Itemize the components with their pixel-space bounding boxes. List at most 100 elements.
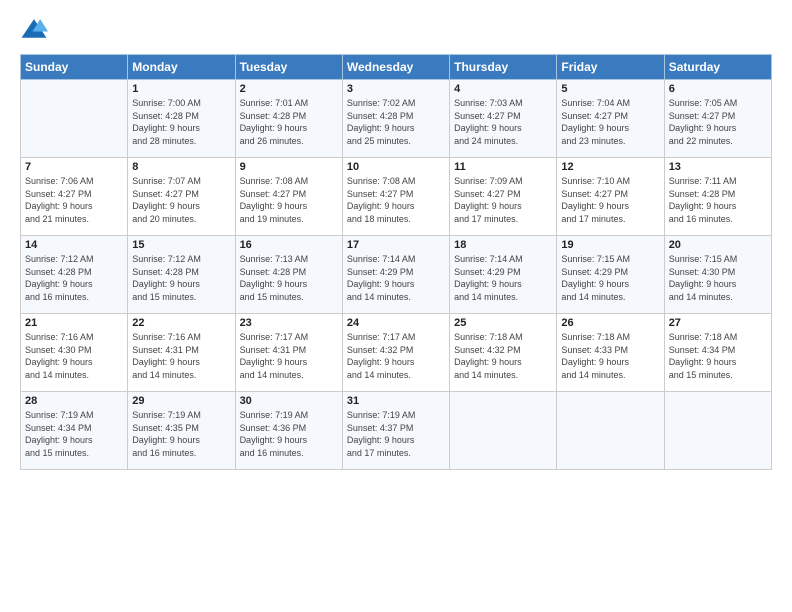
day-info: Sunrise: 7:12 AMSunset: 4:28 PMDaylight:… [25,253,123,303]
calendar-cell: 15Sunrise: 7:12 AMSunset: 4:28 PMDayligh… [128,236,235,314]
day-info: Sunrise: 7:18 AMSunset: 4:34 PMDaylight:… [669,331,767,381]
day-number: 21 [25,317,123,329]
calendar-cell: 2Sunrise: 7:01 AMSunset: 4:28 PMDaylight… [235,80,342,158]
day-info: Sunrise: 7:10 AMSunset: 4:27 PMDaylight:… [561,175,659,225]
day-number: 17 [347,239,445,251]
calendar-cell: 19 Sunrise: 7:15 AMSunset: 4:29 PMDayligh… [557,236,664,314]
week-row-1: 1 Sunrise: 7:00 AMSunset: 4:28 PMDaylight… [21,80,772,158]
calendar-cell: 6 Sunrise: 7:05 AMSunset: 4:27 PMDaylight… [664,80,771,158]
day-number: 14 [25,239,123,251]
calendar-cell: 4 Sunrise: 7:03 AMSunset: 4:27 PMDaylight… [450,80,557,158]
calendar-cell [664,392,771,470]
week-row-5: 28Sunrise: 7:19 AMSunset: 4:34 PMDayligh… [21,392,772,470]
calendar-cell: 9 Sunrise: 7:08 AMSunset: 4:27 PMDaylight… [235,158,342,236]
day-number: 9 [240,161,338,173]
day-number: 1 [132,83,230,95]
day-number: 6 [669,83,767,95]
calendar-cell: 3Sunrise: 7:02 AMSunset: 4:28 PMDaylight… [342,80,449,158]
header-friday: Friday [557,55,664,80]
calendar-cell: 21 Sunrise: 7:16 AMSunset: 4:30 PMDayligh… [21,314,128,392]
day-number: 26 [561,317,659,329]
day-info: Sunrise: 7:17 AMSunset: 4:31 PMDaylight:… [240,331,338,381]
day-number: 16 [240,239,338,251]
calendar-cell: 16 Sunrise: 7:13 AMSunset: 4:28 PMDayligh… [235,236,342,314]
day-info: Sunrise: 7:13 AMSunset: 4:28 PMDaylight:… [240,253,338,303]
day-info: Sunrise: 7:18 AMSunset: 4:32 PMDaylight:… [454,331,552,381]
header-sunday: Sunday [21,55,128,80]
calendar-cell: 14 Sunrise: 7:12 AMSunset: 4:28 PMDayligh… [21,236,128,314]
logo [20,16,52,44]
logo-icon [20,16,48,44]
day-number: 25 [454,317,552,329]
calendar-cell: 11Sunrise: 7:09 AMSunset: 4:27 PMDayligh… [450,158,557,236]
day-number: 13 [669,161,767,173]
day-info: Sunrise: 7:00 AMSunset: 4:28 PMDaylight:… [132,97,230,147]
calendar-cell [557,392,664,470]
calendar-cell: 23 Sunrise: 7:17 AMSunset: 4:31 PMDayligh… [235,314,342,392]
calendar-cell: 17Sunrise: 7:14 AMSunset: 4:29 PMDayligh… [342,236,449,314]
day-number: 8 [132,161,230,173]
header-thursday: Thursday [450,55,557,80]
week-row-3: 14 Sunrise: 7:12 AMSunset: 4:28 PMDayligh… [21,236,772,314]
calendar-cell: 1 Sunrise: 7:00 AMSunset: 4:28 PMDaylight… [128,80,235,158]
day-info: Sunrise: 7:14 AMSunset: 4:29 PMDaylight:… [454,253,552,303]
day-number: 18 [454,239,552,251]
calendar-cell: 28Sunrise: 7:19 AMSunset: 4:34 PMDayligh… [21,392,128,470]
calendar-cell: 30Sunrise: 7:19 AMSunset: 4:36 PMDayligh… [235,392,342,470]
header-saturday: Saturday [664,55,771,80]
day-number: 19 [561,239,659,251]
calendar-cell: 7 Sunrise: 7:06 AMSunset: 4:27 PMDaylight… [21,158,128,236]
calendar-cell [21,80,128,158]
calendar-cell [450,392,557,470]
day-info: Sunrise: 7:05 AMSunset: 4:27 PMDaylight:… [669,97,767,147]
day-number: 4 [454,83,552,95]
day-info: Sunrise: 7:19 AMSunset: 4:34 PMDaylight:… [25,409,123,459]
day-info: Sunrise: 7:08 AMSunset: 4:27 PMDaylight:… [347,175,445,225]
day-info: Sunrise: 7:06 AMSunset: 4:27 PMDaylight:… [25,175,123,225]
day-info: Sunrise: 7:15 AMSunset: 4:29 PMDaylight:… [561,253,659,303]
calendar-cell: 29Sunrise: 7:19 AMSunset: 4:35 PMDayligh… [128,392,235,470]
calendar-cell: 25 Sunrise: 7:18 AMSunset: 4:32 PMDayligh… [450,314,557,392]
day-info: Sunrise: 7:16 AMSunset: 4:30 PMDaylight:… [25,331,123,381]
day-info: Sunrise: 7:03 AMSunset: 4:27 PMDaylight:… [454,97,552,147]
day-number: 31 [347,395,445,407]
day-info: Sunrise: 7:16 AMSunset: 4:31 PMDaylight:… [132,331,230,381]
calendar-cell: 18 Sunrise: 7:14 AMSunset: 4:29 PMDayligh… [450,236,557,314]
header [20,16,772,44]
calendar-cell: 26Sunrise: 7:18 AMSunset: 4:33 PMDayligh… [557,314,664,392]
day-info: Sunrise: 7:08 AMSunset: 4:27 PMDaylight:… [240,175,338,225]
day-number: 20 [669,239,767,251]
day-info: Sunrise: 7:19 AMSunset: 4:35 PMDaylight:… [132,409,230,459]
calendar-cell: 8 Sunrise: 7:07 AMSunset: 4:27 PMDaylight… [128,158,235,236]
day-number: 10 [347,161,445,173]
day-number: 24 [347,317,445,329]
day-info: Sunrise: 7:19 AMSunset: 4:37 PMDaylight:… [347,409,445,459]
header-wednesday: Wednesday [342,55,449,80]
week-row-2: 7 Sunrise: 7:06 AMSunset: 4:27 PMDaylight… [21,158,772,236]
calendar-cell: 10 Sunrise: 7:08 AMSunset: 4:27 PMDayligh… [342,158,449,236]
day-info: Sunrise: 7:17 AMSunset: 4:32 PMDaylight:… [347,331,445,381]
day-number: 3 [347,83,445,95]
day-number: 23 [240,317,338,329]
header-monday: Monday [128,55,235,80]
day-info: Sunrise: 7:01 AMSunset: 4:28 PMDaylight:… [240,97,338,147]
calendar-cell: 20 Sunrise: 7:15 AMSunset: 4:30 PMDayligh… [664,236,771,314]
page: SundayMondayTuesdayWednesdayThursdayFrid… [0,0,792,612]
calendar-cell: 12Sunrise: 7:10 AMSunset: 4:27 PMDayligh… [557,158,664,236]
day-info: Sunrise: 7:09 AMSunset: 4:27 PMDaylight:… [454,175,552,225]
calendar-cell: 24 Sunrise: 7:17 AMSunset: 4:32 PMDayligh… [342,314,449,392]
header-row: SundayMondayTuesdayWednesdayThursdayFrid… [21,55,772,80]
calendar-table: SundayMondayTuesdayWednesdayThursdayFrid… [20,54,772,470]
day-info: Sunrise: 7:07 AMSunset: 4:27 PMDaylight:… [132,175,230,225]
header-tuesday: Tuesday [235,55,342,80]
day-number: 7 [25,161,123,173]
calendar-cell: 13Sunrise: 7:11 AMSunset: 4:28 PMDayligh… [664,158,771,236]
day-info: Sunrise: 7:12 AMSunset: 4:28 PMDaylight:… [132,253,230,303]
day-number: 27 [669,317,767,329]
calendar-cell: 22Sunrise: 7:16 AMSunset: 4:31 PMDayligh… [128,314,235,392]
week-row-4: 21 Sunrise: 7:16 AMSunset: 4:30 PMDayligh… [21,314,772,392]
day-info: Sunrise: 7:04 AMSunset: 4:27 PMDaylight:… [561,97,659,147]
day-info: Sunrise: 7:15 AMSunset: 4:30 PMDaylight:… [669,253,767,303]
calendar-cell: 31 Sunrise: 7:19 AMSunset: 4:37 PMDayligh… [342,392,449,470]
calendar-cell: 5Sunrise: 7:04 AMSunset: 4:27 PMDaylight… [557,80,664,158]
